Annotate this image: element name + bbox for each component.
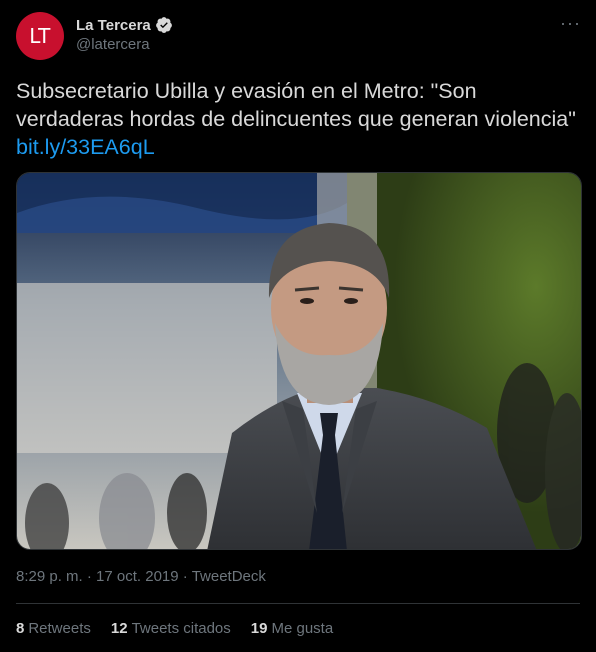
meta-separator: · — [182, 568, 188, 585]
author-names: La Tercera @latercera — [76, 16, 173, 53]
tweet-header: LT La Tercera @latercera ··· — [16, 12, 584, 60]
tweet-image[interactable] — [16, 172, 582, 550]
display-name-text: La Tercera — [76, 16, 151, 34]
tweet-source[interactable]: TweetDeck — [192, 568, 266, 585]
retweets-count: 8 — [16, 620, 25, 637]
tweet-text: Subsecretario Ubilla y evasión en el Met… — [16, 77, 576, 161]
avatar-text: LT — [29, 24, 51, 48]
tweet-time[interactable]: 8:29 p. m. — [16, 568, 83, 585]
retweets-stat[interactable]: 8 Retweets — [16, 620, 91, 637]
retweets-label: Retweets — [28, 620, 91, 637]
tweet-link[interactable]: bit.ly/33EA6qL — [16, 135, 155, 159]
meta-separator: · — [86, 568, 92, 585]
likes-count: 19 — [250, 620, 268, 637]
display-name[interactable]: La Tercera — [76, 16, 173, 34]
quotes-stat[interactable]: 12 Tweets citados — [111, 620, 231, 637]
likes-label: Me gusta — [271, 620, 334, 637]
likes-stat[interactable]: 19 Me gusta — [251, 620, 333, 637]
quotes-label: Tweets citados — [131, 620, 231, 637]
verified-badge-icon — [155, 17, 172, 33]
tweet-stats: 8 Retweets 12 Tweets citados 19 Me gusta — [16, 620, 333, 637]
tweet-meta: 8:29 p. m. · 17 oct. 2019 · TweetDeck — [16, 568, 266, 585]
handle[interactable]: @latercera — [76, 36, 173, 53]
quotes-count: 12 — [110, 620, 128, 637]
more-icon[interactable]: ··· — [560, 14, 580, 36]
avatar[interactable]: LT — [16, 12, 64, 60]
photo-illustration — [17, 173, 581, 549]
divider — [16, 603, 580, 604]
tweet-date[interactable]: 17 oct. 2019 — [96, 568, 179, 585]
tweet-text-body: Subsecretario Ubilla y evasión en el Met… — [16, 79, 576, 131]
